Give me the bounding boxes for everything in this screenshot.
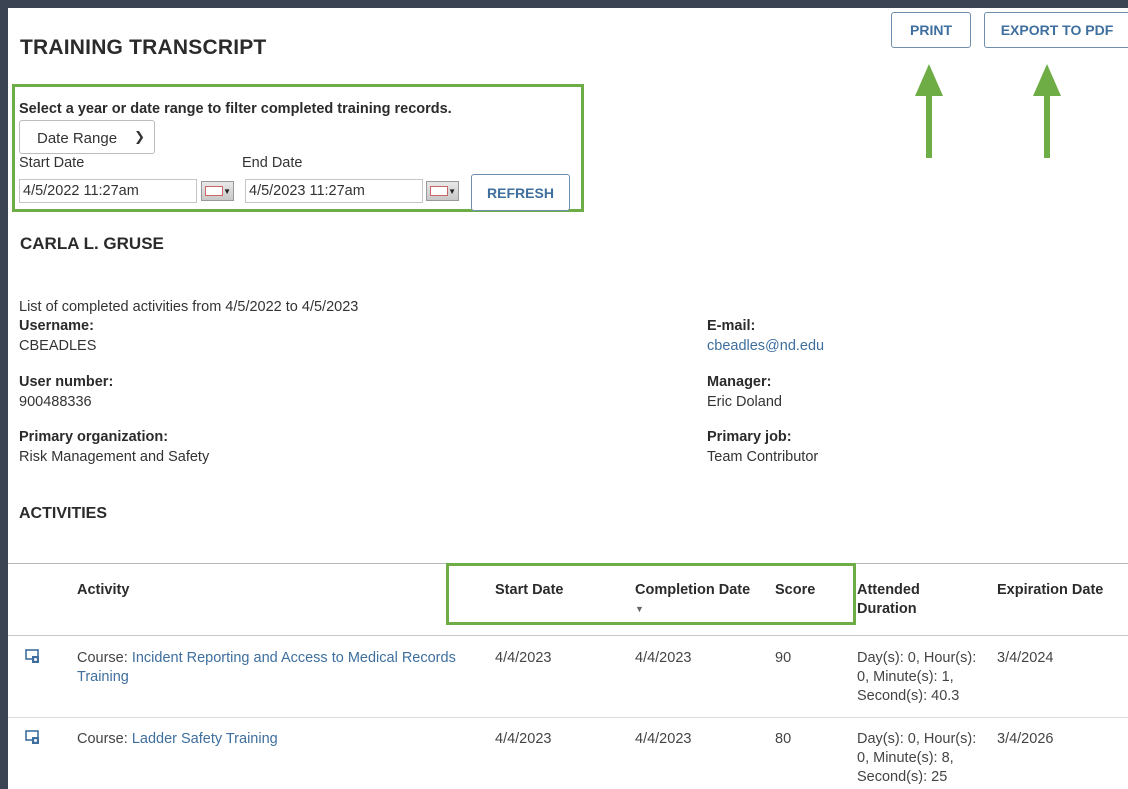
row-duration-line2: 0, Minute(s): 8, [857, 750, 954, 766]
username-label: Username: [19, 318, 94, 334]
activity-title-link[interactable]: Incident Reporting and Access to Medical… [132, 650, 456, 666]
row-expiration-date: 3/4/2024 [997, 650, 1054, 666]
row-duration-line2: 0, Minute(s): 1, [857, 669, 954, 685]
activity-title-link-cont[interactable]: Training [77, 669, 129, 685]
filter-mode-value: Date Range [37, 130, 118, 147]
refresh-button[interactable]: REFRESH [471, 174, 570, 211]
export-pdf-button[interactable]: EXPORT TO PDF [984, 12, 1128, 48]
primary-job-label: Primary job: [707, 429, 792, 445]
start-calendar-icon[interactable]: ▼ [201, 181, 234, 201]
transcript-page: TRAINING TRANSCRIPT PRINT EXPORT TO PDF … [8, 8, 1128, 789]
columns-highlight-box [446, 563, 856, 625]
filter-mode-select[interactable]: Date Range ❯ [19, 120, 155, 154]
row-duration-line3: Second(s): 40.3 [857, 688, 960, 704]
end-date-label: End Date [242, 155, 303, 171]
activities-heading: ACTIVITIES [19, 505, 108, 522]
filter-instruction: Select a year or date range to filter co… [19, 101, 452, 117]
email-label: E-mail: [707, 318, 756, 334]
table-header-border [8, 635, 1128, 636]
row-start-date: 4/4/2023 [495, 650, 552, 666]
row-duration-line3: Second(s): 25 [857, 769, 948, 785]
activity-type: Course: [77, 650, 128, 666]
row-score: 80 [775, 731, 792, 747]
chevron-down-icon: ❯ [134, 129, 145, 144]
course-icon [25, 649, 39, 663]
row-completion-date: 4/4/2023 [635, 731, 692, 747]
manager-label: Manager: [707, 374, 772, 390]
annotation-arrow-export [1033, 64, 1061, 158]
username-value: CBEADLES [19, 338, 97, 354]
row-expiration-date: 3/4/2026 [997, 731, 1054, 747]
table-row-activity: Course: Incident Reporting and Access to… [77, 649, 487, 687]
page-title: TRAINING TRANSCRIPT [20, 36, 267, 59]
row-duration-line1: Day(s): 0, Hour(s): [857, 731, 977, 747]
row-completion-date: 4/4/2023 [635, 650, 692, 666]
annotation-arrow-print [915, 64, 943, 158]
col-attended-line2[interactable]: Duration [857, 600, 917, 619]
activity-title-link[interactable]: Ladder Safety Training [132, 731, 278, 747]
end-calendar-icon[interactable]: ▼ [426, 181, 459, 201]
col-activity[interactable]: Activity [77, 581, 129, 600]
manager-value: Eric Doland [707, 394, 782, 410]
col-attended-line1[interactable]: Attended [857, 581, 920, 600]
user-number-label: User number: [19, 374, 114, 390]
print-button[interactable]: PRINT [891, 12, 971, 48]
email-link[interactable]: cbeadles@nd.edu [707, 338, 824, 354]
row-score: 90 [775, 650, 792, 666]
activity-type: Course: [77, 731, 128, 747]
start-date-label: Start Date [19, 155, 85, 171]
user-name: CARLA L. GRUSE [20, 234, 164, 253]
start-date-input[interactable]: 4/5/2022 11:27am [19, 179, 197, 203]
primary-org-value: Risk Management and Safety [19, 449, 210, 465]
course-icon [25, 730, 39, 744]
user-number-value: 900488336 [19, 394, 92, 410]
primary-job-value: Team Contributor [707, 449, 819, 465]
row-start-date: 4/4/2023 [495, 731, 552, 747]
primary-org-label: Primary organization: [19, 429, 169, 445]
end-date-input[interactable]: 4/5/2023 11:27am [245, 179, 423, 203]
row-divider [8, 717, 1128, 718]
activities-summary: List of completed activities from 4/5/20… [19, 299, 359, 315]
table-row-activity: Course: Ladder Safety Training [77, 730, 487, 749]
col-expiration-date[interactable]: Expiration Date [997, 581, 1103, 600]
row-duration-line1: Day(s): 0, Hour(s): [857, 650, 977, 666]
